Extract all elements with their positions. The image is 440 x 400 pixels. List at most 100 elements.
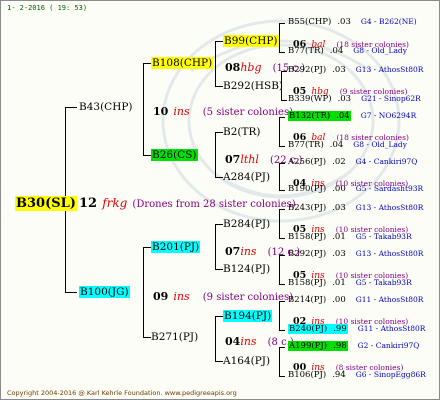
gen4-row[interactable]: B106(PJ) .94 G6 - SinopEgg86R bbox=[288, 371, 426, 380]
gen4-row[interactable]: B240(PJ) .99 G11 - AthosSt80R bbox=[288, 324, 426, 334]
gen4-code: G8 - Old_Lady bbox=[353, 46, 407, 55]
gen4-code: G13 - AthosSt80R bbox=[355, 249, 424, 258]
gen4-code: G11 - AthosSt80R bbox=[357, 324, 426, 333]
gen2-queen[interactable]: B26(CS) bbox=[151, 149, 198, 161]
gen4-queen-name: B240(PJ) bbox=[289, 324, 328, 334]
gen4-code: G13 - AthosSt80R bbox=[355, 65, 424, 74]
gen3-queen[interactable]: B124(PJ) bbox=[223, 264, 270, 275]
connector-line bbox=[215, 86, 223, 87]
root-queen[interactable]: B30(SL) bbox=[15, 194, 77, 211]
gen4-code: G7 - NO6294R bbox=[360, 111, 417, 120]
gen4-queen-name: B55(CHP) bbox=[288, 17, 332, 27]
connector-line bbox=[215, 132, 223, 133]
gen4-queen-name: B77(TR) bbox=[288, 46, 324, 56]
gen4-value: .01 bbox=[332, 278, 346, 288]
gen4-row[interactable]: A199(PJ) .98 G2 - Cankiri97Q bbox=[288, 341, 420, 351]
gen4-code: G11 - AthosSt80R bbox=[355, 295, 424, 304]
gen4-row[interactable]: B292(PJ) .03 G13 - AthosSt80R bbox=[288, 250, 423, 259]
gen4-row[interactable]: B158(PJ) .01 G5 - Takab93R bbox=[288, 279, 412, 288]
gen4-value: .03 bbox=[332, 65, 346, 75]
gen4-row[interactable]: B77(TR) .04 G8 - Old_Lady bbox=[288, 47, 407, 56]
gen4-row[interactable]: A256(PJ) .02 G4 - Cankiri97Q bbox=[288, 158, 417, 167]
gen2-drone-info: 04ins (8 c.) bbox=[225, 335, 294, 348]
connector-line bbox=[65, 292, 77, 293]
gen4-value: .04 bbox=[329, 46, 344, 56]
connector-line bbox=[279, 330, 285, 331]
gen4-queen-name: B243(PJ) bbox=[288, 203, 327, 213]
date-stamp: 1- 2-2016 ( 19: 53) bbox=[7, 4, 88, 12]
gen4-queen-name: B292(PJ) bbox=[288, 249, 327, 259]
gen4-code: G13 - AthosSt80R bbox=[355, 203, 424, 212]
gen4-value: .03 bbox=[332, 249, 346, 259]
gen3-queen[interactable]: B99(CHP) bbox=[223, 35, 279, 47]
connector-line bbox=[279, 146, 285, 147]
gen4-value: .04 bbox=[336, 111, 350, 121]
connector-line bbox=[281, 100, 287, 101]
gen4-row[interactable]: B214(PJ) .00 G11 - AthosSt80R bbox=[288, 296, 423, 305]
gen4-code: G2 - Cankiri97Q bbox=[357, 341, 420, 350]
connector-line bbox=[143, 63, 144, 156]
connector-line bbox=[279, 163, 280, 191]
gen3-queen[interactable]: A164(PJ) bbox=[223, 356, 270, 367]
gen2-queen[interactable]: B201(PJ) bbox=[151, 241, 201, 253]
gen4-row[interactable]: B243(PJ) .03 G13 - AthosSt80R bbox=[288, 204, 423, 213]
connector-line bbox=[215, 361, 223, 362]
gen4-value: .94 bbox=[332, 370, 346, 380]
connector-line bbox=[215, 41, 216, 87]
gen3-queen[interactable]: B292(HSB) bbox=[223, 81, 283, 92]
connector-line bbox=[279, 23, 285, 24]
gen4-code: G4 - B262(NE) bbox=[360, 17, 417, 26]
gen4-queen-name: B214(PJ) bbox=[288, 295, 327, 305]
gen4-value: .00 bbox=[332, 184, 346, 194]
root-name: B30(SL) bbox=[15, 196, 77, 211]
gen4-row[interactable]: B190(PJ) .00 G5 - Sardasht93R bbox=[288, 185, 423, 194]
connector-line bbox=[143, 63, 151, 64]
connector-line bbox=[143, 337, 151, 338]
gen4-row[interactable]: B77(TR) .04 G8 - Old_Lady bbox=[288, 141, 407, 150]
connector-line bbox=[215, 224, 216, 270]
gen1-drone-info: 09 ins (9 sister colonies) bbox=[153, 290, 293, 303]
gen4-value: .04 bbox=[329, 140, 344, 150]
connector-line bbox=[279, 190, 285, 191]
connector-line bbox=[143, 247, 151, 248]
gen3-queen[interactable]: B2(TR) bbox=[223, 127, 261, 138]
gen4-queen-name: B158(PJ) bbox=[288, 278, 327, 288]
gen1-queen[interactable]: B100(JG) bbox=[79, 286, 130, 298]
gen1-queen[interactable]: B43(CHP) bbox=[79, 102, 133, 113]
connector-line bbox=[143, 155, 151, 156]
connector-line bbox=[215, 316, 223, 317]
gen4-row[interactable]: B55(CHP) .03 G4 - B262(NE) bbox=[288, 18, 417, 27]
gen4-code: G6 - SinopEgg86R bbox=[355, 370, 426, 379]
connector-line bbox=[279, 209, 280, 239]
gen4-value: .01 bbox=[332, 232, 346, 242]
gen4-queen-name: B106(PJ) bbox=[288, 370, 327, 380]
connector-line bbox=[215, 132, 216, 178]
gen4-code: G4 - Cankiri97Q bbox=[355, 157, 418, 166]
gen4-value: .99 bbox=[333, 324, 347, 334]
gen2-queen[interactable]: B108(CHP) bbox=[151, 57, 214, 69]
connector-line bbox=[279, 238, 285, 239]
connector-line bbox=[215, 41, 223, 42]
gen4-value: .03 bbox=[332, 203, 346, 213]
gen4-row[interactable]: B292(PJ) .03 G13 - AthosSt80R bbox=[288, 66, 423, 75]
gen3-queen[interactable]: B194(PJ) bbox=[223, 310, 273, 322]
gen3-queen[interactable]: B284(PJ) bbox=[223, 219, 270, 230]
connector-line bbox=[279, 23, 280, 53]
gen4-row[interactable]: B132(TR) .04 G7 - NO6294R bbox=[288, 111, 417, 121]
connector-line bbox=[279, 117, 280, 147]
gen4-code: G5 - Takab93R bbox=[355, 232, 412, 241]
gen4-queen-name: B158(PJ) bbox=[288, 232, 327, 242]
connector-line bbox=[279, 376, 285, 377]
gen4-queen-name: A199(PJ) bbox=[289, 341, 328, 351]
gen3-queen[interactable]: A284(PJ) bbox=[223, 172, 270, 183]
gen4-value: .03 bbox=[337, 17, 351, 27]
gen4-row[interactable]: B158(PJ) .01 G5 - Takab93R bbox=[288, 233, 412, 242]
gen4-queen-name: B339(WP) bbox=[288, 94, 332, 104]
connector-line bbox=[143, 247, 144, 338]
gen4-value: .02 bbox=[332, 157, 346, 167]
gen4-code: G5 - Sardasht93R bbox=[355, 184, 424, 193]
gen2-queen[interactable]: B271(PJ) bbox=[151, 332, 198, 343]
gen4-row[interactable]: B339(WP) .03 G21 - Sinop62R bbox=[288, 95, 421, 104]
connector-line bbox=[279, 301, 280, 331]
pedigree-panel: 1- 2-2016 ( 19: 53) B30(SL) 12 frkg (Dro… bbox=[0, 0, 440, 400]
